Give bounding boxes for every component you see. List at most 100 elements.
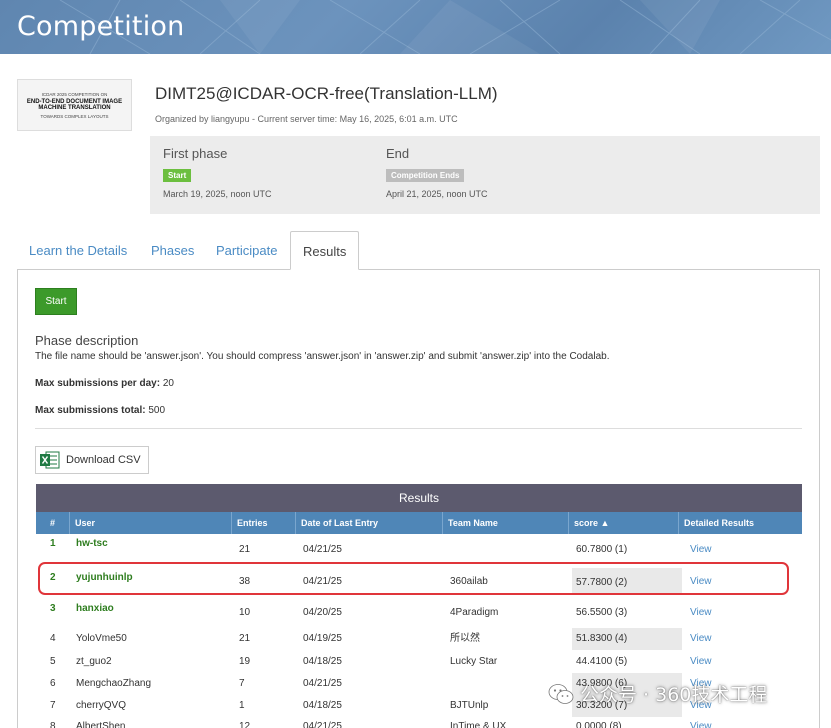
- row-user[interactable]: MengchaoZhang: [76, 673, 151, 695]
- row-entries: 12: [239, 721, 251, 728]
- row-date: 04/21/25: [303, 544, 342, 555]
- row-entries: 21: [239, 544, 251, 555]
- table-row: 3 hanxiao 10 04/20/25 4Paradigm 56.5500 …: [36, 598, 802, 620]
- row-user[interactable]: hw-tsc: [76, 533, 108, 555]
- tab-results[interactable]: Results: [290, 231, 360, 270]
- results-table-header: # User Entries Date of Last Entry Team N…: [36, 512, 802, 534]
- row-score: 56.5500 (3): [576, 607, 628, 618]
- watermark-text: 公众号 · 360技术工程: [580, 684, 768, 706]
- phase-first: First phase Start March 19, 2025, noon U…: [163, 146, 272, 199]
- page-title: Competition: [17, 11, 185, 42]
- row-rank: 5: [50, 656, 56, 667]
- row-rank: 4: [50, 633, 56, 644]
- row-entries: 19: [239, 656, 251, 667]
- tab-phases[interactable]: Phases: [139, 231, 206, 270]
- col-entries[interactable]: Entries: [232, 512, 296, 534]
- row-team: BJTUnlp: [450, 700, 489, 711]
- row-team: InTime & UX: [450, 721, 507, 728]
- row-date: 04/18/25: [303, 700, 342, 711]
- max-submissions-total: Max submissions total: 500: [35, 405, 165, 416]
- phase-badge-start: Start: [163, 169, 192, 182]
- max-per-day-label: Max submissions per day:: [35, 378, 161, 389]
- results-table-title: Results: [36, 484, 802, 512]
- row-score: 51.8300 (4): [572, 628, 682, 650]
- row-score: 0.0000 (8): [576, 721, 622, 728]
- max-total-label: Max submissions total:: [35, 405, 146, 416]
- row-view-link[interactable]: View: [690, 571, 712, 593]
- row-rank: 3: [50, 603, 56, 614]
- divider: [35, 428, 802, 429]
- table-row: 4 YoloVme50 21 04/19/25 所以然 51.8300 (4) …: [36, 628, 802, 650]
- max-per-day-value: 20: [162, 378, 174, 389]
- table-row: 5 zt_guo2 19 04/18/25 Lucky Star 44.4100…: [36, 651, 802, 673]
- col-date[interactable]: Date of Last Entry: [296, 512, 443, 534]
- tab-bar: Learn the Details Phases Participate Res…: [17, 231, 820, 270]
- phase-title: End: [386, 146, 410, 161]
- logo-line: MACHINE TRANSLATION: [38, 104, 111, 111]
- row-entries: 7: [239, 678, 245, 689]
- row-team: 360ailab: [450, 576, 488, 587]
- wechat-icon: [548, 683, 574, 704]
- col-team[interactable]: Team Name: [443, 512, 569, 534]
- row-view-link[interactable]: View: [690, 651, 712, 673]
- row-score: 60.7800 (1): [576, 544, 628, 555]
- row-entries: 1: [239, 700, 245, 711]
- col-user[interactable]: User: [70, 512, 232, 534]
- row-user[interactable]: YoloVme50: [76, 628, 127, 650]
- col-detailed-results: Detailed Results: [684, 518, 755, 528]
- row-view-link[interactable]: View: [690, 716, 712, 728]
- row-date: 04/21/25: [303, 576, 342, 587]
- phase-date: April 21, 2025, noon UTC: [386, 189, 488, 199]
- row-rank: 1: [50, 538, 56, 549]
- row-team: 所以然: [450, 633, 480, 644]
- competition-logo: ICDAR 2025 COMPETITION ON END-TO-END DOC…: [17, 79, 132, 131]
- phase-badge-end: Competition Ends: [386, 169, 465, 182]
- logo-line: ICDAR 2025 COMPETITION ON: [41, 91, 108, 97]
- tab-participate[interactable]: Participate: [204, 231, 289, 270]
- header-banner: Competition: [0, 0, 831, 54]
- max-total-value: 500: [148, 405, 166, 416]
- row-score: 57.7800 (2): [572, 568, 682, 595]
- row-score: 44.4100 (5): [576, 656, 628, 667]
- row-rank: 6: [50, 678, 56, 689]
- row-user[interactable]: yujunhuinlp: [76, 567, 133, 589]
- row-view-link[interactable]: View: [690, 539, 712, 561]
- row-entries: 38: [239, 576, 251, 587]
- row-view-link[interactable]: View: [690, 602, 712, 624]
- col-score[interactable]: score ▲: [569, 512, 679, 534]
- start-button[interactable]: Start: [35, 288, 77, 315]
- row-view-link[interactable]: View: [690, 628, 712, 650]
- row-date: 04/21/25: [303, 678, 342, 689]
- row-rank: 8: [50, 721, 56, 728]
- phase-date: March 19, 2025, noon UTC: [163, 189, 272, 199]
- download-csv-button[interactable]: Download CSV: [35, 446, 149, 474]
- row-date: 04/19/25: [303, 633, 342, 644]
- col-rank: #: [36, 512, 70, 534]
- row-entries: 10: [239, 607, 251, 618]
- table-row: 8 AlbertShen 12 04/21/25 InTime & UX 0.0…: [36, 716, 802, 728]
- download-csv-label: Download CSV: [66, 454, 141, 466]
- phase-title: First phase: [163, 146, 228, 161]
- row-team: Lucky Star: [450, 656, 498, 667]
- row-team: 4Paradigm: [450, 607, 499, 618]
- row-user[interactable]: zt_guo2: [76, 651, 112, 673]
- row-user[interactable]: hanxiao: [76, 598, 114, 620]
- max-submissions-per-day: Max submissions per day: 20: [35, 378, 174, 389]
- phase-description-heading: Phase description: [35, 333, 139, 348]
- competition-meta: Organized by liangyupu - Current server …: [155, 114, 458, 124]
- tab-learn-the-details[interactable]: Learn the Details: [17, 231, 139, 270]
- row-date: 04/18/25: [303, 656, 342, 667]
- row-rank: 7: [50, 700, 56, 711]
- table-row: 2 yujunhuinlp 38 04/21/25 360ailab 57.78…: [36, 567, 802, 595]
- competition-title: DIMT25@ICDAR-OCR-free(Translation-LLM): [155, 84, 498, 103]
- row-user[interactable]: cherryQVQ: [76, 695, 126, 717]
- watermark: 公众号 · 360技术工程: [548, 680, 767, 707]
- phase-description-text: The file name should be 'answer.json'. Y…: [35, 351, 610, 362]
- row-rank: 2: [50, 572, 56, 583]
- phase-timeline: First phase Start March 19, 2025, noon U…: [150, 136, 820, 214]
- excel-icon: [40, 451, 60, 469]
- row-user[interactable]: AlbertShen: [76, 716, 125, 728]
- row-date: 04/21/25: [303, 721, 342, 728]
- row-entries: 21: [239, 633, 251, 644]
- logo-line: TOWARDS COMPLEX LAYOUTS: [40, 113, 109, 119]
